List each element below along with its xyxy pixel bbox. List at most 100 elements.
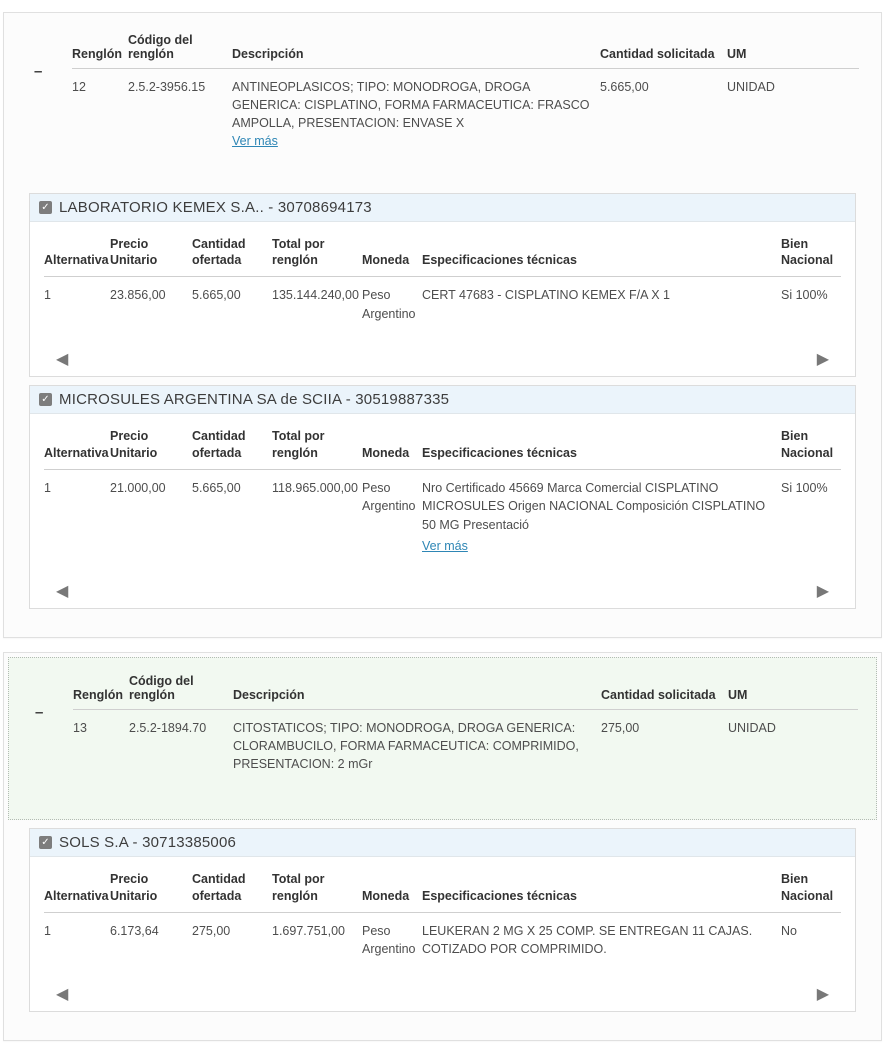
column-header-cantidad-solicitada: Cantidad solicitada [601,664,728,710]
cell-moneda: Peso Argentino [362,912,422,965]
item-table-13: Renglón Código del renglón Descripción C… [73,664,858,779]
column-header-alternativa: Alternativa [44,230,110,277]
cell-total-por-renglon: 135.144.240,00 [272,277,362,330]
offer-table-header-row: Alternativa Precio Unitario Cantidad ofe… [44,230,841,277]
cell-cantidad-ofertada: 5.665,00 [192,277,272,330]
column-header-um: UM [727,23,859,69]
collapse-minus-icon[interactable]: – [35,708,43,718]
collapse-gutter: – [27,664,73,779]
offer-panel-header: ✓ LABORATORIO KEMEX S.A.. - 30708694173 [30,194,855,222]
cell-codigo: 2.5.2-1894.70 [129,709,233,779]
cell-precio-unitario: 21.000,00 [110,469,192,562]
cell-descripcion: CITOSTATICOS; TIPO: MONODROGA, DROGA GEN… [233,709,601,779]
carousel-arrows: ◀ ▶ [44,330,841,376]
next-arrow-icon[interactable]: ▶ [817,352,829,368]
item-table-header-row: Renglón Código del renglón Descripción C… [73,664,858,710]
cell-total-por-renglon: 1.697.751,00 [272,912,362,965]
offer-body: Alternativa Precio Unitario Cantidad ofe… [30,857,855,1011]
item-table-header-row: Renglón Código del renglón Descripción C… [72,23,859,69]
collapse-minus-icon[interactable]: – [34,67,42,77]
offer-panel-kemex: ✓ LABORATORIO KEMEX S.A.. - 30708694173 … [29,193,856,377]
vendor-checkbox-icon[interactable]: ✓ [39,393,52,406]
cell-alternativa: 1 [44,469,110,562]
offer-panel-sols: ✓ SOLS S.A - 30713385006 Alternativa Pre… [29,828,856,1012]
cell-cantidad-ofertada: 275,00 [192,912,272,965]
offer-data-row: 1 6.173,64 275,00 1.697.751,00 Peso Arge… [44,912,841,965]
offer-panel-header: ✓ SOLS S.A - 30713385006 [30,829,855,857]
item-row-12: – Renglón Código del renglón Descripción… [26,23,859,157]
item-block-renglon-12: – Renglón Código del renglón Descripción… [3,12,882,638]
offer-data-row: 1 23.856,00 5.665,00 135.144.240,00 Peso… [44,277,841,330]
prev-arrow-icon[interactable]: ◀ [56,987,68,1003]
cell-cantidad-solicitada: 275,00 [601,709,728,779]
cell-especificaciones: Nro Certificado 45669 Marca Comercial CI… [422,469,781,562]
offer-table-header-row: Alternativa Precio Unitario Cantidad ofe… [44,865,841,912]
vendor-checkbox-icon[interactable]: ✓ [39,201,52,214]
cell-alternativa: 1 [44,277,110,330]
column-header-moneda: Moneda [362,422,422,469]
prev-arrow-icon[interactable]: ◀ [56,584,68,600]
carousel-arrows: ◀ ▶ [44,562,841,608]
offer-table-kemex: Alternativa Precio Unitario Cantidad ofe… [44,230,841,330]
cell-cantidad-solicitada: 5.665,00 [600,69,727,157]
especificaciones-text: Nro Certificado 45669 Marca Comercial CI… [422,481,765,533]
item-inset-12: – Renglón Código del renglón Descripción… [8,17,877,185]
offer-body: Alternativa Precio Unitario Cantidad ofe… [30,414,855,608]
prev-arrow-icon[interactable]: ◀ [56,352,68,368]
cell-especificaciones: LEUKERAN 2 MG X 25 COMP. SE ENTREGAN 11 … [422,912,781,965]
column-header-cantidad-ofertada: Cantidad ofertada [192,422,272,469]
cell-descripcion: ANTINEOPLASICOS; TIPO: MONODROGA, DROGA … [232,69,600,157]
column-header-precio-unitario: Precio Unitario [110,422,192,469]
column-header-cantidad-ofertada: Cantidad ofertada [192,865,272,912]
column-header-alternativa: Alternativa [44,865,110,912]
item-data-row: 12 2.5.2-3956.15 ANTINEOPLASICOS; TIPO: … [72,69,859,157]
cell-especificaciones: CERT 47683 - CISPLATINO KEMEX F/A X 1 [422,277,781,330]
column-header-precio-unitario: Precio Unitario [110,230,192,277]
column-header-codigo: Código del renglón [129,664,233,710]
cell-moneda: Peso Argentino [362,469,422,562]
column-header-renglon: Renglón [72,23,128,69]
next-arrow-icon[interactable]: ▶ [817,584,829,600]
column-header-precio-unitario: Precio Unitario [110,865,192,912]
cell-codigo: 2.5.2-3956.15 [128,69,232,157]
column-header-descripcion: Descripción [232,23,600,69]
ver-mas-link[interactable]: Ver más [232,134,278,148]
vendor-title: MICROSULES ARGENTINA SA de SCIIA - 30519… [59,391,449,408]
column-header-um: UM [728,664,858,710]
item-inset-13-highlighted: – Renglón Código del renglón Descripción… [8,657,877,820]
ver-mas-link[interactable]: Ver más [422,537,468,556]
column-header-especificaciones: Especificaciones técnicas [422,865,781,912]
item-data-row: 13 2.5.2-1894.70 CITOSTATICOS; TIPO: MON… [73,709,858,779]
descripcion-text: ANTINEOPLASICOS; TIPO: MONODROGA, DROGA … [232,80,589,130]
cell-bien-nacional: Si 100% [781,277,841,330]
cell-total-por-renglon: 118.965.000,00 [272,469,362,562]
cell-bien-nacional: Si 100% [781,469,841,562]
column-header-renglon: Renglón [73,664,129,710]
vendor-title: SOLS S.A - 30713385006 [59,834,236,851]
item-row-13: – Renglón Código del renglón Descripción… [27,664,858,779]
cell-precio-unitario: 23.856,00 [110,277,192,330]
column-header-bien-nacional: Bien Nacional [781,865,841,912]
column-header-bien-nacional: Bien Nacional [781,230,841,277]
cell-alternativa: 1 [44,912,110,965]
cell-bien-nacional: No [781,912,841,965]
column-header-especificaciones: Especificaciones técnicas [422,422,781,469]
vendor-title: LABORATORIO KEMEX S.A.. - 30708694173 [59,199,372,216]
column-header-cantidad-ofertada: Cantidad ofertada [192,230,272,277]
column-header-total-por-renglon: Total por renglón [272,422,362,469]
column-header-codigo: Código del renglón [128,23,232,69]
column-header-alternativa: Alternativa [44,422,110,469]
column-header-moneda: Moneda [362,230,422,277]
vendor-checkbox-icon[interactable]: ✓ [39,836,52,849]
offer-body: Alternativa Precio Unitario Cantidad ofe… [30,222,855,376]
cell-renglon: 12 [72,69,128,157]
offer-panel-microsules: ✓ MICROSULES ARGENTINA SA de SCIIA - 305… [29,385,856,609]
next-arrow-icon[interactable]: ▶ [817,987,829,1003]
column-header-bien-nacional: Bien Nacional [781,422,841,469]
cell-renglon: 13 [73,709,129,779]
column-header-cantidad-solicitada: Cantidad solicitada [600,23,727,69]
offer-table-header-row: Alternativa Precio Unitario Cantidad ofe… [44,422,841,469]
offer-data-row: 1 21.000,00 5.665,00 118.965.000,00 Peso… [44,469,841,562]
column-header-descripcion: Descripción [233,664,601,710]
offer-panel-header: ✓ MICROSULES ARGENTINA SA de SCIIA - 305… [30,386,855,414]
